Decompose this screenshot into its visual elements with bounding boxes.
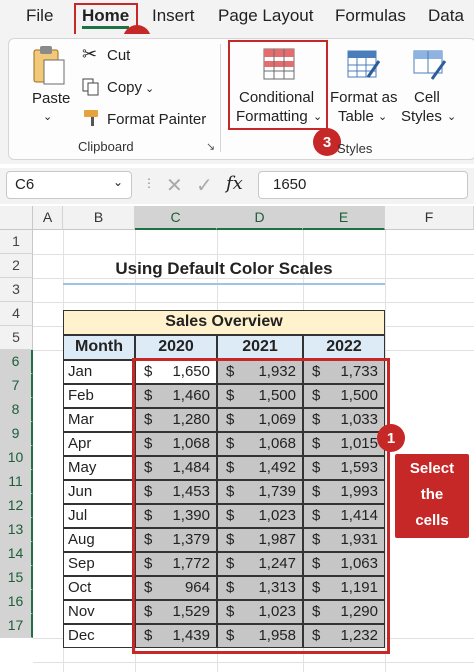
cancel-icon[interactable]: ✕: [166, 173, 183, 198]
cell-styles-label-2[interactable]: Styles: [401, 108, 442, 125]
row-header-8[interactable]: 8: [0, 398, 33, 422]
format-as-table-icon[interactable]: [346, 47, 381, 81]
month-cell[interactable]: Mar: [63, 408, 135, 432]
conditional-chevron-icon[interactable]: ⌄: [313, 110, 322, 123]
copy-icon: [82, 78, 100, 96]
col-header-e[interactable]: E: [303, 206, 385, 230]
scissors-icon: ✂: [82, 44, 98, 64]
row-header-15[interactable]: 15: [0, 566, 33, 590]
row-header-4[interactable]: 4: [0, 302, 33, 326]
enter-icon[interactable]: ✓: [196, 173, 213, 198]
header-2021[interactable]: 2021: [217, 335, 303, 360]
month-cell[interactable]: Apr: [63, 432, 135, 456]
select-all-corner[interactable]: [0, 206, 33, 230]
conditional-formatting-label-1[interactable]: Conditional: [239, 89, 314, 106]
conditional-formatting-label-2[interactable]: Formatting: [236, 108, 308, 125]
col-header-c[interactable]: C: [135, 206, 217, 230]
sheet-title: Using Default Color Scales: [115, 259, 333, 278]
row-header-14[interactable]: 14: [0, 542, 33, 566]
month-cell[interactable]: Jun: [63, 480, 135, 504]
row-header-17[interactable]: 17: [0, 614, 33, 638]
row-header-13[interactable]: 13: [0, 518, 33, 542]
callout-line-1: Select: [409, 460, 455, 477]
month-cell[interactable]: Oct: [63, 576, 135, 600]
name-box[interactable]: C6 ⌄: [6, 171, 132, 199]
title-underline: [63, 283, 385, 285]
format-painter-button[interactable]: Format Painter: [107, 111, 206, 128]
format-as-table-label-1[interactable]: Format as: [330, 89, 398, 106]
styles-group-label: Styles: [337, 141, 373, 156]
format-painter-icon: [82, 108, 102, 128]
conditional-formatting-icon[interactable]: [262, 47, 296, 81]
row-header-1[interactable]: 1: [0, 230, 33, 254]
tab-page-layout[interactable]: Page Layout: [218, 6, 313, 26]
row-header-3[interactable]: 3: [0, 278, 33, 302]
gridline: [33, 302, 474, 303]
tab-data[interactable]: Data: [428, 6, 464, 26]
row-header-12[interactable]: 12: [0, 494, 33, 518]
month-cell[interactable]: May: [63, 456, 135, 480]
name-box-value: C6: [15, 176, 35, 193]
dialog-launcher-icon[interactable]: ↘: [206, 140, 215, 153]
selection-highlight: [132, 358, 390, 654]
col-header-a[interactable]: A: [33, 206, 63, 230]
paste-label[interactable]: Paste: [32, 90, 70, 107]
col-header-d[interactable]: D: [217, 206, 303, 230]
row-header-9[interactable]: 9: [0, 422, 33, 446]
formula-buttons: ✕ ✓ fx: [156, 171, 252, 199]
gridline: [33, 254, 474, 255]
month-cell[interactable]: Dec: [63, 624, 135, 648]
callout-line-3: cells: [415, 512, 449, 529]
row-header-10[interactable]: 10: [0, 446, 33, 470]
month-cell[interactable]: Feb: [63, 384, 135, 408]
tab-file[interactable]: File: [26, 6, 53, 26]
cut-button[interactable]: Cut: [107, 47, 130, 64]
format-table-chevron-icon[interactable]: ⌄: [378, 110, 387, 123]
formula-input[interactable]: 1650: [258, 171, 468, 199]
copy-button[interactable]: Copy: [107, 79, 142, 96]
cell-styles-label-1[interactable]: Cell: [414, 89, 440, 106]
fx-icon[interactable]: fx: [226, 173, 243, 194]
row-header-5[interactable]: 5: [0, 326, 33, 350]
month-cell[interactable]: Jul: [63, 504, 135, 528]
copy-chevron-icon[interactable]: ⌄: [145, 82, 154, 95]
format-as-table-label-2[interactable]: Table: [338, 108, 374, 125]
paste-chevron-icon[interactable]: ⌄: [43, 110, 52, 123]
clipboard-group-label: Clipboard: [78, 139, 134, 154]
row-header-11[interactable]: 11: [0, 470, 33, 494]
col-header-f[interactable]: F: [385, 206, 474, 230]
tab-formulas[interactable]: Formulas: [335, 6, 406, 26]
month-cell[interactable]: Aug: [63, 528, 135, 552]
row-header-7[interactable]: 7: [0, 374, 33, 398]
cell-styles-icon[interactable]: [412, 47, 447, 81]
row-header-16[interactable]: 16: [0, 590, 33, 614]
header-2020[interactable]: 2020: [135, 335, 217, 360]
cell-styles-chevron-icon[interactable]: ⌄: [447, 110, 456, 123]
vertical-dots-icon: ⋮: [143, 176, 155, 190]
paste-icon[interactable]: [28, 44, 68, 88]
step-badge-1: 1: [377, 424, 405, 452]
col-header-b[interactable]: B: [63, 206, 135, 230]
month-cell[interactable]: Jan: [63, 360, 135, 384]
name-box-chevron-icon[interactable]: ⌄: [113, 175, 123, 189]
table-title[interactable]: Sales Overview: [63, 310, 385, 335]
tab-insert[interactable]: Insert: [152, 6, 195, 26]
row-header-6[interactable]: 6: [0, 350, 33, 374]
tab-home[interactable]: Home: [82, 6, 130, 29]
month-cell[interactable]: Nov: [63, 600, 135, 624]
row-header-2[interactable]: 2: [0, 254, 33, 278]
header-month[interactable]: Month: [63, 335, 135, 360]
header-2022[interactable]: 2022: [303, 335, 385, 360]
group-divider: [220, 44, 221, 152]
gridline: [33, 662, 474, 663]
month-cell[interactable]: Sep: [63, 552, 135, 576]
callout-line-2: the: [420, 486, 444, 503]
select-cells-callout: Select the cells: [395, 454, 469, 538]
